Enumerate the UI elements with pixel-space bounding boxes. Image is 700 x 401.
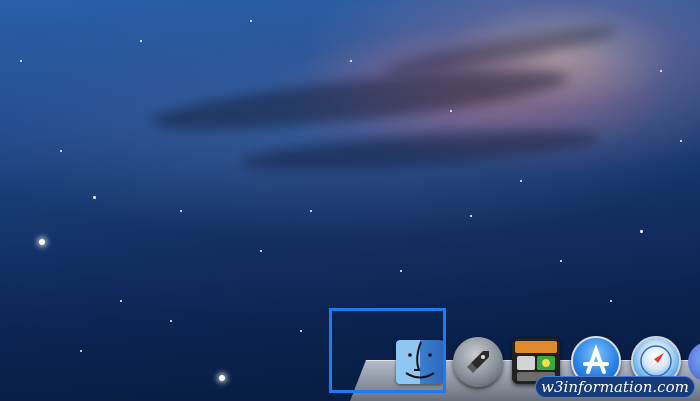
- watermark: w3information.com: [535, 376, 695, 398]
- star: [120, 300, 122, 302]
- star: [260, 250, 262, 252]
- finder-highlight-box: [329, 308, 446, 393]
- star: [180, 210, 182, 212]
- app-store-a-icon: [583, 344, 609, 374]
- star: [60, 150, 62, 152]
- star: [20, 60, 22, 62]
- star: [640, 230, 643, 233]
- star: [520, 180, 522, 182]
- star: [300, 330, 302, 332]
- star: [250, 20, 252, 22]
- compass-needle-icon: [640, 345, 672, 377]
- star: [219, 375, 225, 381]
- star: [140, 40, 142, 42]
- galaxy-dust-lane: [239, 122, 601, 178]
- launchpad-rocket-icon: [467, 351, 489, 373]
- star: [560, 260, 562, 262]
- star: [660, 70, 662, 72]
- star: [450, 110, 452, 112]
- star: [170, 320, 172, 322]
- star: [680, 140, 682, 142]
- star: [470, 215, 472, 217]
- galaxy-dust-lane: [149, 58, 571, 142]
- star: [310, 210, 312, 212]
- star: [39, 239, 45, 245]
- star: [400, 270, 402, 272]
- star: [80, 350, 82, 352]
- rocket-icon[interactable]: [453, 337, 503, 387]
- star: [350, 60, 352, 62]
- star: [93, 196, 96, 199]
- star: [610, 300, 612, 302]
